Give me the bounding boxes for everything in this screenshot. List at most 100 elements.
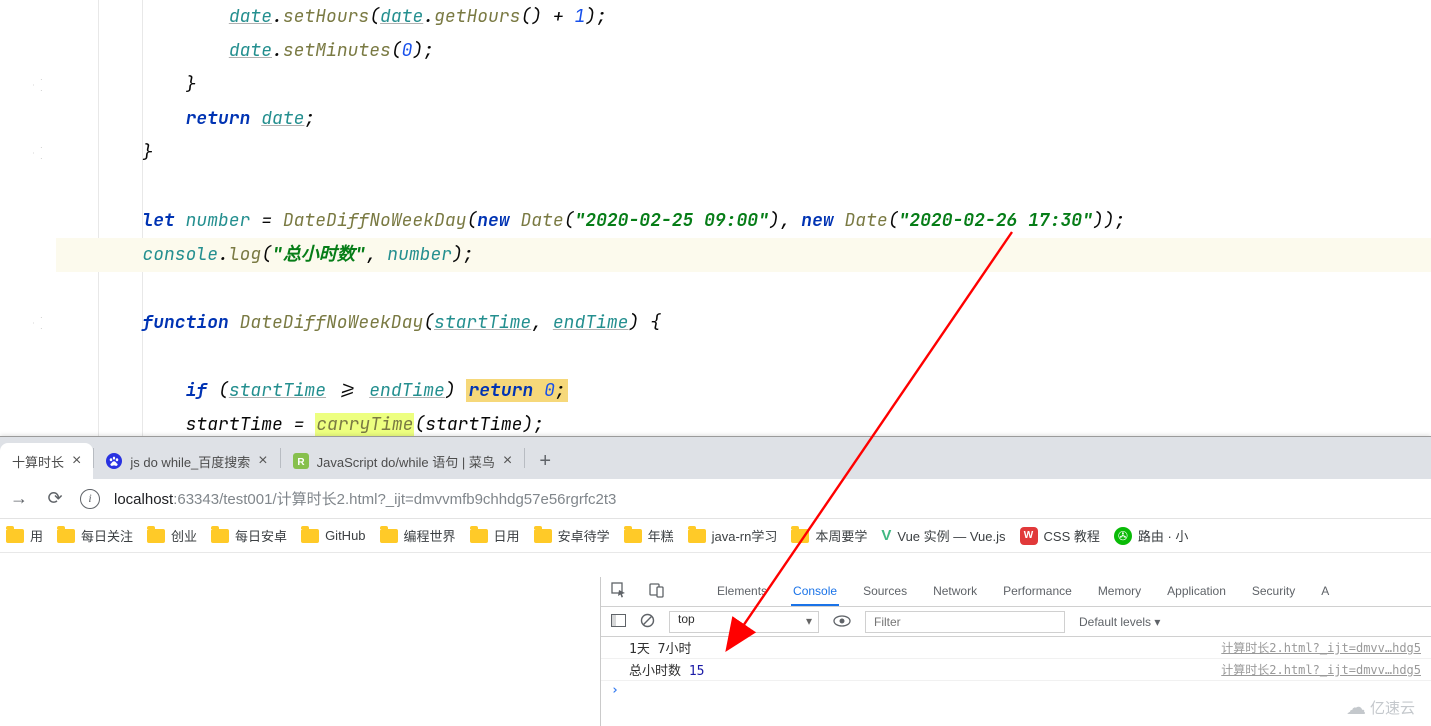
bookmark-item[interactable]: W CSS 教程 bbox=[1020, 526, 1100, 545]
bookmark-item[interactable]: 安卓待学 bbox=[534, 526, 610, 545]
bookmark-item[interactable]: java-rn学习 bbox=[688, 526, 778, 545]
devtools-tab-performance[interactable]: Performance bbox=[1001, 578, 1074, 606]
live-expression-icon[interactable] bbox=[833, 614, 851, 630]
clear-console-icon[interactable] bbox=[640, 613, 655, 631]
code-line[interactable] bbox=[56, 340, 1431, 374]
bookmark-label: GitHub bbox=[325, 528, 365, 543]
bookmark-label: 路由 · 小 bbox=[1138, 526, 1189, 545]
bookmark-item[interactable]: 用 bbox=[6, 526, 43, 545]
new-tab-button[interactable]: + bbox=[531, 447, 559, 475]
bookmarks-bar: 用 每日关注 创业每日安卓 GitHub 编程世界 日用 安卓待学年糕 java-rn学习 本周… bbox=[0, 519, 1431, 553]
console-sidebar-toggle-icon[interactable] bbox=[611, 614, 626, 630]
inspect-element-icon[interactable] bbox=[611, 582, 627, 601]
code-line[interactable]: } bbox=[56, 68, 1431, 102]
bookmark-label: 本周要学 bbox=[815, 526, 867, 545]
code-line[interactable]: if (startTime >= endTime) return 0; bbox=[56, 374, 1431, 408]
site-info-icon[interactable]: i bbox=[80, 489, 100, 509]
devtools-tab-memory[interactable]: Memory bbox=[1096, 578, 1143, 606]
bookmark-label: CSS 教程 bbox=[1044, 526, 1100, 545]
bookmark-item[interactable]: VVue 实例 — Vue.js bbox=[881, 526, 1005, 545]
close-tab-icon[interactable]: × bbox=[503, 452, 512, 470]
code-block[interactable]: date.setHours(date.getHours() + 1); date… bbox=[56, 0, 1431, 436]
bookmark-item[interactable]: ✇ 路由 · 小 bbox=[1114, 526, 1189, 545]
address-bar[interactable]: localhost:63343/test001/计算时长2.html?_ijt=… bbox=[114, 488, 616, 509]
devtools-panel: Elements Console Sources Network Performance… bbox=[600, 577, 1431, 726]
url-host: localhost bbox=[114, 491, 173, 508]
fold-icon[interactable] bbox=[30, 144, 48, 162]
reload-button[interactable]: ⟳ bbox=[44, 488, 66, 509]
folder-icon bbox=[57, 529, 75, 543]
code-line[interactable]: function DateDiffNoWeekDay(startTime, en… bbox=[56, 306, 1431, 340]
bookmark-item[interactable]: 编程世界 bbox=[380, 526, 456, 545]
devtools-tab-a[interactable]: A bbox=[1319, 578, 1331, 606]
code-line[interactable] bbox=[56, 170, 1431, 204]
bookmark-label: 创业 bbox=[171, 526, 197, 545]
folder-icon bbox=[534, 529, 552, 543]
devtools-tab-network[interactable]: Network bbox=[931, 578, 979, 606]
console-message[interactable]: 1天 7小时计算时长2.html?_ijt=dmvv…hdg5 bbox=[601, 637, 1431, 659]
svg-text:R: R bbox=[297, 457, 305, 468]
code-line[interactable]: console.log("总小时数", number); bbox=[56, 238, 1431, 272]
wechat-icon: ✇ bbox=[1114, 527, 1132, 545]
bookmark-item[interactable]: 每日关注 bbox=[57, 526, 133, 545]
code-line[interactable] bbox=[56, 272, 1431, 306]
console-filter-input[interactable] bbox=[865, 611, 1065, 633]
folder-icon bbox=[380, 529, 398, 543]
browser-tab[interactable]: 十算时长 × bbox=[0, 443, 93, 479]
close-tab-icon[interactable]: × bbox=[72, 452, 81, 470]
bookmark-label: 日用 bbox=[494, 526, 520, 545]
w3-icon: W bbox=[1020, 527, 1038, 545]
console-source-link[interactable]: 计算时长2.html?_ijt=dmvv…hdg5 bbox=[1221, 639, 1421, 656]
bookmark-label: 每日关注 bbox=[81, 526, 133, 545]
bookmark-label: Vue 实例 — Vue.js bbox=[897, 526, 1005, 545]
code-line[interactable]: } bbox=[56, 136, 1431, 170]
editor-gutter bbox=[30, 0, 52, 436]
bookmark-item[interactable]: 日用 bbox=[470, 526, 520, 545]
fold-icon[interactable] bbox=[30, 314, 48, 332]
bookmark-label: 安卓待学 bbox=[558, 526, 610, 545]
log-level-select[interactable]: Default levels ▾ bbox=[1079, 615, 1160, 629]
code-line[interactable]: return date; bbox=[56, 102, 1431, 136]
folder-icon bbox=[211, 529, 229, 543]
code-line[interactable]: startTime = carryTime(startTime); bbox=[56, 408, 1431, 436]
console-message[interactable]: 总小时数 15计算时长2.html?_ijt=dmvv…hdg5 bbox=[601, 659, 1431, 681]
tab-title: 十算时长 bbox=[12, 452, 64, 471]
browser-window: 十算时长 × js do while_百度搜索 × R JavaScript do/whi… bbox=[0, 436, 1431, 726]
bookmark-item[interactable]: 创业 bbox=[147, 526, 197, 545]
console-output[interactable]: 1天 7小时计算时长2.html?_ijt=dmvv…hdg5总小时数 15计算… bbox=[601, 637, 1431, 726]
tab-favicon: R bbox=[293, 453, 309, 469]
fold-icon[interactable] bbox=[30, 76, 48, 94]
bookmark-item[interactable]: GitHub bbox=[301, 528, 365, 543]
devtools-tab-console[interactable]: Console bbox=[791, 578, 839, 606]
code-line[interactable]: date.setMinutes(0); bbox=[56, 34, 1431, 68]
devtools-tabs: Elements Console Sources Network Performance… bbox=[601, 577, 1431, 607]
console-source-link[interactable]: 计算时长2.html?_ijt=dmvv…hdg5 bbox=[1221, 661, 1421, 678]
bookmark-item[interactable]: 年糕 bbox=[624, 526, 674, 545]
tab-strip: 十算时长 × js do while_百度搜索 × R JavaScript do/whi… bbox=[0, 437, 1431, 479]
code-editor[interactable]: date.setHours(date.getHours() + 1); date… bbox=[0, 0, 1431, 436]
code-line[interactable]: date.setHours(date.getHours() + 1); bbox=[56, 0, 1431, 34]
tab-title: js do while_百度搜索 bbox=[130, 452, 250, 471]
console-toolbar: top Default levels ▾ bbox=[601, 607, 1431, 637]
devtools-tab-security[interactable]: Security bbox=[1250, 578, 1297, 606]
bookmark-label: 用 bbox=[30, 526, 43, 545]
folder-icon bbox=[688, 529, 706, 543]
close-tab-icon[interactable]: × bbox=[258, 452, 267, 470]
console-prompt[interactable]: › bbox=[601, 681, 1431, 700]
device-toolbar-icon[interactable] bbox=[649, 582, 665, 601]
tab-favicon bbox=[106, 453, 122, 469]
code-line[interactable]: let number = DateDiffNoWeekDay(new Date(… bbox=[56, 204, 1431, 238]
tab-title: JavaScript do/while 语句 | 菜鸟 bbox=[317, 452, 495, 471]
browser-tab[interactable]: js do while_百度搜索 × bbox=[94, 443, 279, 479]
devtools-tab-application[interactable]: Application bbox=[1165, 578, 1228, 606]
bookmark-label: java-rn学习 bbox=[712, 526, 778, 545]
browser-tab[interactable]: R JavaScript do/while 语句 | 菜鸟 × bbox=[281, 443, 525, 479]
bookmark-item[interactable]: 本周要学 bbox=[791, 526, 867, 545]
folder-icon bbox=[624, 529, 642, 543]
forward-button[interactable]: → bbox=[8, 488, 30, 509]
devtools-tab-elements[interactable]: Elements bbox=[715, 578, 769, 606]
folder-icon bbox=[147, 529, 165, 543]
bookmark-item[interactable]: 每日安卓 bbox=[211, 526, 287, 545]
devtools-tab-sources[interactable]: Sources bbox=[861, 578, 909, 606]
execution-context-select[interactable]: top bbox=[669, 611, 819, 633]
